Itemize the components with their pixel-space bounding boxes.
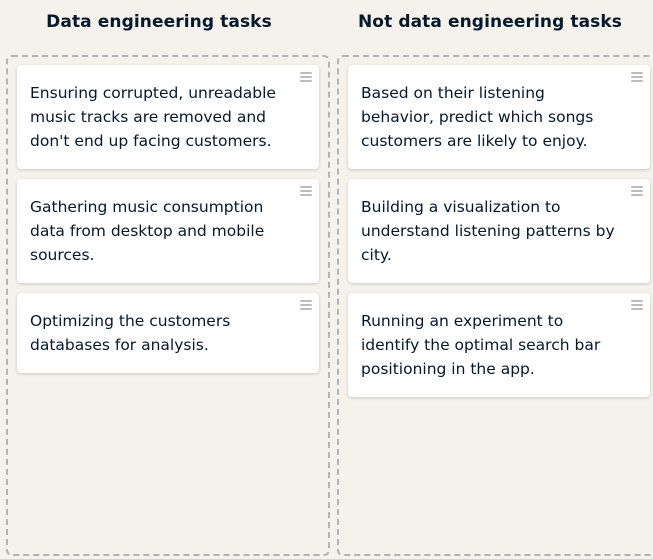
task-card-text: Optimizing the customers databases for a… — [30, 312, 231, 354]
drag-handle-icon[interactable] — [300, 186, 312, 196]
dropzone-data-engineering[interactable]: Ensuring corrupted, unreadable music tra… — [6, 55, 330, 556]
task-card[interactable]: Optimizing the customers databases for a… — [17, 293, 319, 373]
column-not-data-engineering: Not data engineering tasks Based on thei… — [337, 0, 653, 556]
column-data-engineering: Data engineering tasks Ensuring corrupte… — [6, 0, 330, 556]
task-card-text: Ensuring corrupted, unreadable music tra… — [30, 84, 276, 150]
drag-handle-icon[interactable] — [300, 300, 312, 310]
task-card-text: Building a visualization to understand l… — [361, 198, 615, 264]
task-card[interactable]: Ensuring corrupted, unreadable music tra… — [17, 65, 319, 169]
drag-handle-icon[interactable] — [631, 186, 643, 196]
dropzone-not-data-engineering[interactable]: Based on their listening behavior, predi… — [337, 55, 653, 556]
task-card[interactable]: Based on their listening behavior, predi… — [348, 65, 650, 169]
task-card[interactable]: Building a visualization to understand l… — [348, 179, 650, 283]
task-card[interactable]: Running an experiment to identify the op… — [348, 293, 650, 397]
drag-handle-icon[interactable] — [631, 300, 643, 310]
drag-handle-icon[interactable] — [300, 72, 312, 82]
column-title-data-engineering: Data engineering tasks — [46, 12, 272, 32]
drag-handle-icon[interactable] — [631, 72, 643, 82]
task-card-text: Based on their listening behavior, predi… — [361, 84, 594, 150]
column-title-not-data-engineering: Not data engineering tasks — [357, 12, 623, 32]
task-card-text: Gathering music consumption data from de… — [30, 198, 265, 264]
task-card[interactable]: Gathering music consumption data from de… — [17, 179, 319, 283]
task-card-text: Running an experiment to identify the op… — [361, 312, 601, 378]
